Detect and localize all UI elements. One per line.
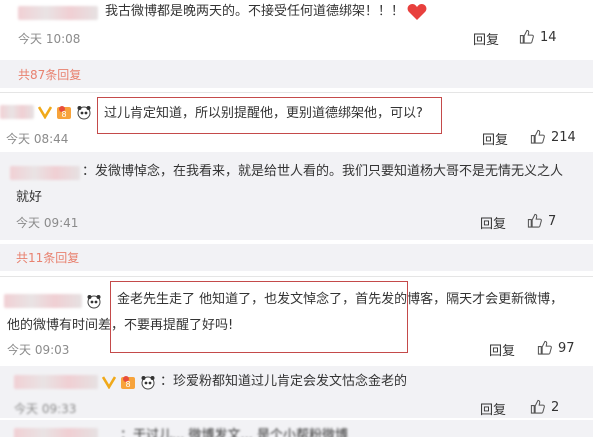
- reply-text: ：发微博悼念，在我看来，就是给世人看的。我们只要知道杨大哥不是无情无义之人: [82, 164, 564, 179]
- panda-icon: [141, 376, 155, 390]
- panda-icon: [77, 106, 91, 120]
- like-button[interactable]: 14: [519, 29, 557, 45]
- svg-text:8: 8: [62, 110, 67, 119]
- reply-button[interactable]: 回复: [480, 213, 506, 232]
- reply-button[interactable]: 回复: [489, 340, 515, 359]
- highlight-box: [97, 97, 442, 134]
- username-blurred[interactable]: [0, 105, 34, 119]
- expand-replies-row: 共87条回复: [0, 60, 593, 88]
- expand-replies-link[interactable]: 共87条回复: [18, 66, 81, 83]
- svg-text:8: 8: [126, 380, 131, 389]
- username-with-badges[interactable]: 8: [0, 104, 92, 120]
- reply-button[interactable]: 回复: [473, 29, 499, 48]
- like-count: 214: [551, 130, 576, 145]
- reply-item: 8 ：珍爱粉都知道过儿肯定会发文怙念金老的 今天 09:33 回复 2: [0, 366, 593, 418]
- expand-replies-link[interactable]: 共11条回复: [16, 249, 79, 266]
- fan-badge-icon: 8: [57, 106, 72, 119]
- like-count: 14: [540, 30, 557, 45]
- divider: [0, 276, 593, 277]
- comment-item: 我古微博都是晚两天的。不接受任何道德绑架！！！ 今天 10:08 回复 14: [0, 0, 593, 60]
- comment-time: 今天 08:44: [6, 132, 69, 146]
- thumb-up-icon: [537, 340, 552, 355]
- reply-item: ：于过儿... 微博发文... 是个小帮粉微博: [0, 420, 593, 437]
- thumb-up-icon: [530, 399, 545, 414]
- comment-time: 今天 09:03: [7, 343, 70, 357]
- divider: [0, 92, 593, 93]
- reply-text-continued: 就好: [16, 190, 43, 205]
- comment-text: 我古微博都是晚两天的。不接受任何道德绑架！！！: [105, 4, 405, 19]
- username-blurred[interactable]: [18, 6, 98, 20]
- username-with-badges[interactable]: 8: [14, 374, 156, 390]
- thumb-up-icon: [519, 29, 534, 44]
- reply-text: ：于过儿... 微博发文... 是个小帮粉微博: [120, 428, 349, 437]
- reply-button[interactable]: 回复: [482, 129, 508, 148]
- username-blurred[interactable]: [10, 166, 80, 180]
- thumb-up-icon: [527, 213, 542, 228]
- highlight-box: [110, 281, 408, 353]
- reply-time: 今天 09:41: [16, 216, 79, 230]
- username-blurred[interactable]: [4, 294, 82, 308]
- reply-time: 今天 09:33: [14, 402, 77, 416]
- fan-badge-icon: 8: [121, 376, 136, 389]
- like-count: 97: [558, 341, 575, 356]
- expand-replies-row: 共11条回复: [0, 244, 593, 271]
- username-blurred[interactable]: [14, 375, 98, 389]
- reply-item: ：发微博悼念，在我看来，就是给世人看的。我们只要知道杨大哥不是无情无义之人 就好…: [0, 152, 593, 240]
- reply-button[interactable]: 回复: [480, 399, 506, 418]
- username-with-badges[interactable]: [4, 293, 102, 309]
- like-button[interactable]: 7: [527, 213, 556, 229]
- like-button[interactable]: 97: [537, 340, 575, 356]
- verified-v-icon: [102, 376, 117, 389]
- verified-v-icon: [38, 106, 53, 119]
- like-button[interactable]: 2: [530, 399, 559, 415]
- comment-time: 今天 10:08: [18, 32, 81, 46]
- panda-icon: [87, 295, 101, 309]
- username-blurred[interactable]: [14, 428, 98, 437]
- heart-icon: [407, 3, 427, 25]
- reply-text: ：珍爱粉都知道过儿肯定会发文怙念金老的: [160, 374, 408, 389]
- like-button[interactable]: 214: [530, 129, 576, 145]
- like-count: 7: [548, 214, 557, 229]
- thumb-up-icon: [530, 129, 545, 144]
- like-count: 2: [551, 400, 560, 415]
